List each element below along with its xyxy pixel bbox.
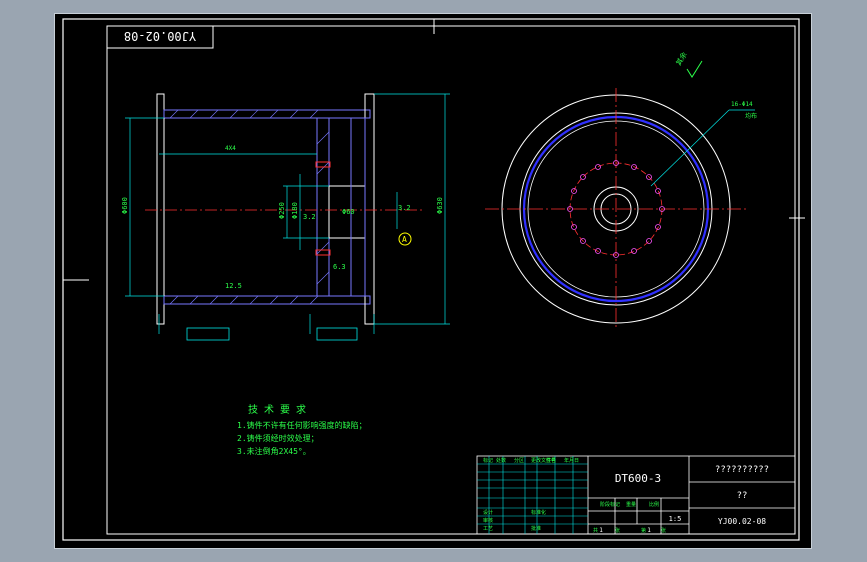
title-block-label: 签名 xyxy=(546,457,556,464)
sheet-number: 1 xyxy=(647,527,651,534)
title-block-label: 比例 xyxy=(649,501,659,508)
dimension-lines xyxy=(125,93,450,334)
dim-bore-dia: Φ180 xyxy=(291,202,299,219)
title-block-label: 处数 xyxy=(496,457,506,464)
title-block-label: 分区 xyxy=(514,457,524,464)
title-block-label: 年月日 xyxy=(564,457,579,464)
title-block-label: 标准化 xyxy=(531,509,546,516)
dim-hub-dia: Φ250 xyxy=(278,202,286,219)
dim-ra2: 6.3 xyxy=(333,263,346,271)
model-number: DT600-3 xyxy=(615,472,661,485)
title-block-label: 阶段标记 xyxy=(600,501,620,508)
scale: 1:5 xyxy=(669,515,682,523)
tech-item-1: 1.铸件不许有任何影响强度的缺陷； xyxy=(237,420,367,430)
dim-outer-dia: Φ600 xyxy=(121,197,129,214)
dim-ra1: 3.2 xyxy=(303,213,316,221)
datum-label: A xyxy=(402,235,407,244)
tolerance-frames xyxy=(186,327,358,341)
part-name: ?????????? xyxy=(715,465,769,475)
front-view xyxy=(485,88,755,330)
tech-item-3: 3.未注倒角2X45°。 xyxy=(237,446,311,456)
roughness-symbol xyxy=(686,60,703,78)
title-block-label: 第 xyxy=(641,527,646,534)
title-block-label: 标记 xyxy=(483,457,493,464)
hole-spec: 16-Φ14 xyxy=(731,101,753,108)
tech-item-2: 2.铸件须经时效处理； xyxy=(237,433,319,443)
cad-drawing-canvas: YJ00.02-08 其余 Φ600 Φ630 Φ250 Φ180 4X4 Φ6… xyxy=(62,18,805,541)
inner-frame xyxy=(106,25,796,535)
tech-title: 技 术 要 求 xyxy=(248,403,306,416)
title-block-label: 共 xyxy=(593,527,598,534)
title-block-label: 审核 xyxy=(483,517,493,524)
dim-ra3: 12.5 xyxy=(225,282,242,290)
title-block-label: 重量 xyxy=(626,501,636,508)
drawing-number: YJ00.02-08 xyxy=(718,517,766,526)
title-block-label: 张 xyxy=(661,527,666,534)
title-block-label: 批准 xyxy=(531,525,541,532)
material: ?? xyxy=(737,491,748,501)
flipped-drawing-number: YJ00.02-08 xyxy=(124,29,196,43)
hole-spec-2: 均布 xyxy=(745,112,757,120)
dim-inner: Φ60 xyxy=(342,208,355,216)
dim-flange-dia: Φ630 xyxy=(436,197,444,214)
sheet-total: 1 xyxy=(599,527,603,534)
tech-requirements: 技 术 要 求 1.铸件不许有任何影响强度的缺陷； 2.铸件须经时效处理； 3.… xyxy=(237,403,367,456)
roughness-note: 其余 xyxy=(674,50,689,67)
title-block-label: 设计 xyxy=(483,509,493,516)
dim-keyway: 4X4 xyxy=(225,145,236,152)
cad-viewport[interactable]: YJ00.02-08 其余 Φ600 Φ630 Φ250 Φ180 4X4 Φ6… xyxy=(54,13,812,549)
title-block-label: 工艺 xyxy=(483,526,493,532)
dim-ra4: 3.2 xyxy=(398,204,411,212)
title-block-label: 张 xyxy=(615,527,620,534)
